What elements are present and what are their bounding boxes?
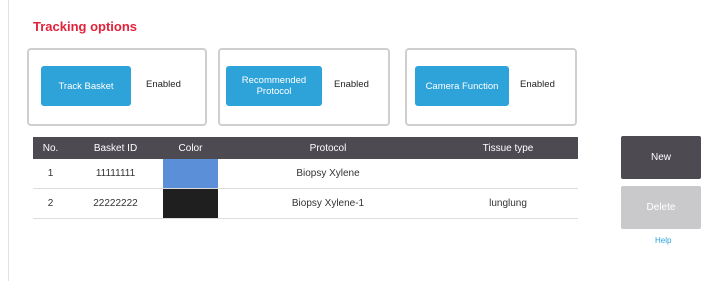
- cell-no: 2: [33, 188, 68, 219]
- cell-tissue-type: [438, 159, 578, 189]
- camera-function-status: Enabled: [520, 79, 555, 90]
- table-row[interactable]: 1 11111111 Biopsy Xylene: [33, 159, 578, 189]
- column-header-no[interactable]: No.: [33, 137, 68, 159]
- cell-color: [163, 188, 218, 219]
- help-link[interactable]: Help: [655, 236, 671, 245]
- camera-function-button[interactable]: Camera Function: [415, 66, 509, 106]
- column-header-protocol[interactable]: Protocol: [218, 137, 438, 159]
- column-header-tissue-type[interactable]: Tissue type: [438, 137, 578, 159]
- cell-protocol: Biopsy Xylene: [218, 159, 438, 189]
- table-header-row: No. Basket ID Color Protocol Tissue type: [33, 137, 578, 159]
- section-title: Tracking options: [33, 19, 138, 34]
- track-basket-option-card: Track Basket Enabled: [27, 48, 207, 126]
- column-header-color[interactable]: Color: [163, 137, 218, 159]
- cell-no: 1: [33, 159, 68, 189]
- panel-left-border: [8, 0, 9, 281]
- table-row[interactable]: 2 22222222 Biopsy Xylene-1 lunglung: [33, 188, 578, 219]
- basket-table: No. Basket ID Color Protocol Tissue type…: [33, 137, 578, 219]
- delete-button[interactable]: Delete: [621, 186, 701, 229]
- recommended-protocol-button[interactable]: Recommended Protocol: [226, 66, 322, 106]
- camera-function-option-card: Camera Function Enabled: [405, 48, 577, 126]
- column-header-basket-id[interactable]: Basket ID: [68, 137, 163, 159]
- cell-color: [163, 159, 218, 189]
- cell-basket-id: 22222222: [68, 188, 163, 219]
- track-basket-button[interactable]: Track Basket: [41, 66, 131, 106]
- new-button[interactable]: New: [621, 136, 701, 179]
- cell-tissue-type: lunglung: [438, 188, 578, 219]
- track-basket-status: Enabled: [146, 79, 181, 90]
- cell-basket-id: 11111111: [68, 159, 163, 189]
- color-swatch: [163, 189, 218, 218]
- recommended-protocol-option-card: Recommended Protocol Enabled: [218, 48, 390, 126]
- cell-protocol: Biopsy Xylene-1: [218, 188, 438, 219]
- recommended-protocol-status: Enabled: [334, 79, 369, 90]
- color-swatch: [163, 159, 218, 188]
